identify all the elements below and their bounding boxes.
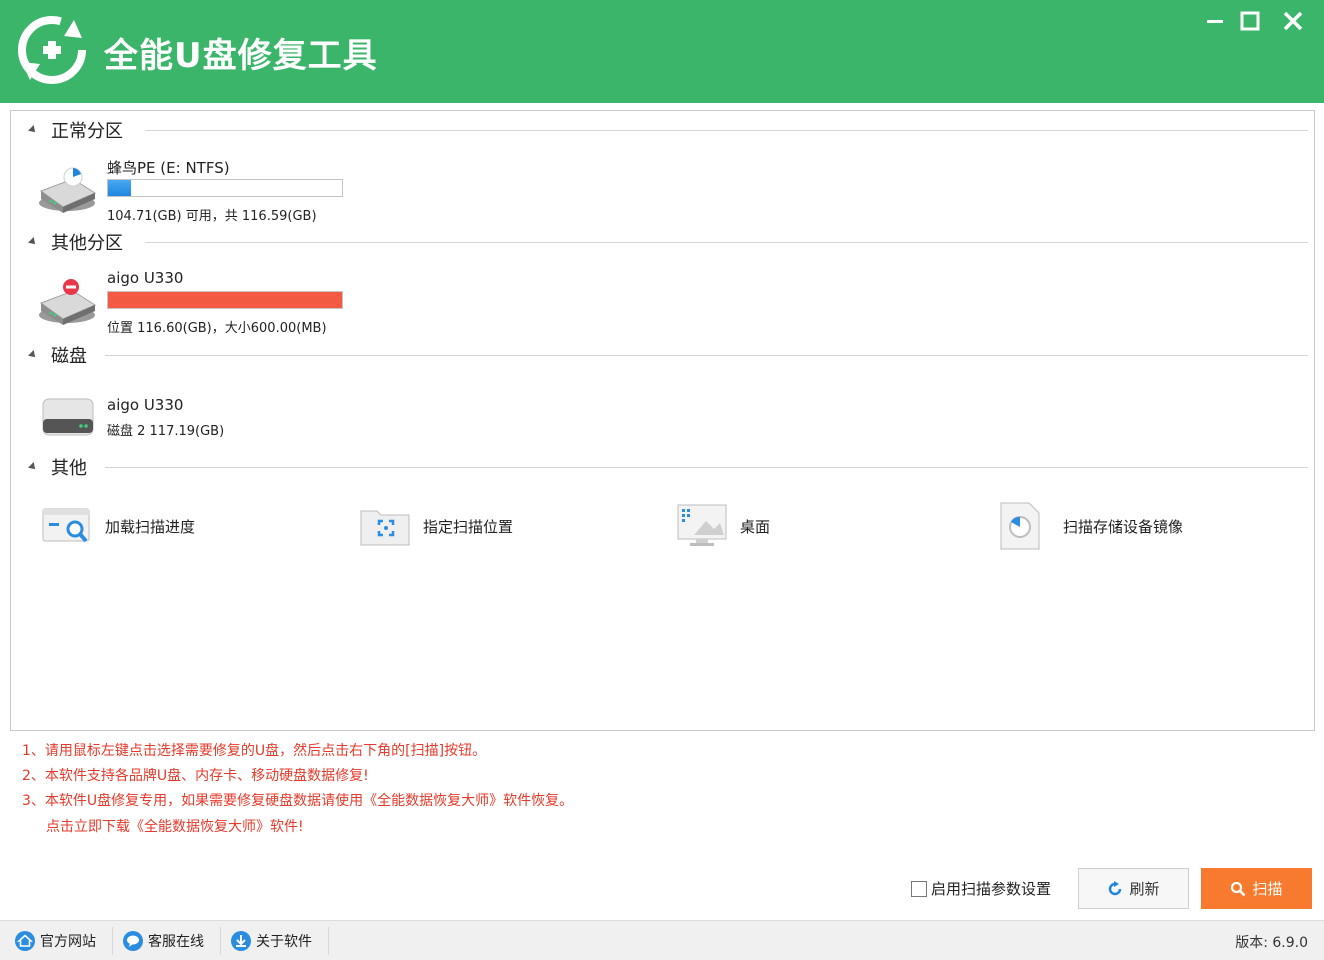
refresh-label: 刷新 <box>1129 880 1160 898</box>
desktop-button[interactable]: 桌面 <box>676 501 770 551</box>
desktop-icon <box>677 504 727 546</box>
usage-bar <box>107 179 343 197</box>
status-link-label: 关于软件 <box>256 934 312 950</box>
refresh-icon <box>1109 880 1122 895</box>
section-other-partition[interactable]: 其他分区 <box>28 230 123 254</box>
drive-item-other-partition[interactable]: aigo U330 位置 116.60(GB)，大小600.00(MB) <box>37 267 357 347</box>
customer-service-link[interactable]: 客服在线 <box>122 930 204 952</box>
section-divider <box>105 467 1308 468</box>
drive-item-normal[interactable]: 蜂鸟PE (E: NTFS) 104.71(GB) 可用，共 116.59(GB… <box>37 155 357 235</box>
status-bar: 官方网站 客服在线 关于软件 版本: 6.9.0 <box>0 920 1324 960</box>
section-disk[interactable]: 磁盘 <box>28 343 87 367</box>
home-icon <box>15 931 35 951</box>
note-line: 3、本软件U盘修复专用，如果需要修复硬盘数据请使用《全能数据恢复大师》软件恢复。 <box>22 793 574 809</box>
item-label: 指定扫描位置 <box>423 517 514 536</box>
section-title: 其他分区 <box>51 233 123 254</box>
official-website-link[interactable]: 官方网站 <box>14 930 96 952</box>
load-scan-progress-icon <box>42 508 90 543</box>
folder-target-icon <box>360 510 410 546</box>
drive-location-info: 位置 116.60(GB)，大小600.00(MB) <box>107 321 327 336</box>
item-label: 加载扫描进度 <box>105 517 196 536</box>
scan-settings-checkbox[interactable]: 启用扫描参数设置 <box>911 878 1051 899</box>
usage-bar-fill <box>108 180 132 196</box>
refresh-button[interactable]: 刷新 <box>1078 868 1189 909</box>
section-divider <box>145 242 1308 243</box>
scan-storage-image-button[interactable]: 扫描存储设备镜像 <box>999 501 1183 551</box>
load-scan-progress-button[interactable]: 加载扫描进度 <box>41 501 195 551</box>
usage-bar <box>107 291 343 309</box>
status-link-label: 官方网站 <box>40 934 96 950</box>
item-label: 桌面 <box>740 517 771 536</box>
drive-capacity-info: 104.71(GB) 可用，共 116.59(GB) <box>107 209 317 224</box>
disk-drive-icon <box>42 398 94 436</box>
item-label: 扫描存储设备镜像 <box>1063 517 1184 536</box>
section-normal-partition[interactable]: 正常分区 <box>28 118 123 142</box>
version-label: 版本: 6.9.0 <box>1235 935 1308 951</box>
drive-name: 蜂鸟PE (E: NTFS) <box>107 159 230 177</box>
search-icon <box>1231 881 1246 896</box>
section-title: 磁盘 <box>51 346 87 367</box>
title-bar: 全能U盘修复工具 <box>0 0 1324 103</box>
info-download-icon <box>231 931 251 951</box>
note-line: 1、请用鼠标左键点击选择需要修复的U盘，然后点击右下角的[扫描]按钮。 <box>22 743 487 759</box>
section-divider <box>105 355 1308 356</box>
scan-label: 扫描 <box>1252 880 1283 898</box>
collapse-triangle-icon[interactable] <box>28 350 38 360</box>
section-divider <box>145 130 1308 131</box>
status-separator <box>112 927 113 955</box>
section-others[interactable]: 其他 <box>28 455 87 479</box>
collapse-triangle-icon[interactable] <box>28 125 38 135</box>
specify-scan-location-button[interactable]: 指定扫描位置 <box>359 501 513 551</box>
drive-list-panel: 正常分区 蜂鸟PE (E: NTFS) 104.71(GB) 可用，共 116.… <box>10 110 1315 731</box>
maximize-icon[interactable] <box>1237 8 1263 34</box>
collapse-triangle-icon[interactable] <box>28 462 38 472</box>
status-separator <box>220 927 221 955</box>
minimize-icon[interactable] <box>1202 8 1228 34</box>
app-logo-icon <box>18 16 86 84</box>
checkbox-box[interactable] <box>911 880 927 897</box>
app-title: 全能U盘修复工具 <box>104 36 378 76</box>
status-separator <box>328 927 329 955</box>
image-file-icon <box>1000 502 1040 550</box>
disk-info: 磁盘 2 117.19(GB) <box>107 424 225 439</box>
download-link[interactable]: 点击立即下载《全能数据恢复大师》软件! <box>46 816 304 836</box>
section-title: 正常分区 <box>51 121 123 142</box>
drive-name: aigo U330 <box>107 396 184 414</box>
removable-drive-icon <box>39 167 97 213</box>
chat-icon <box>123 931 143 951</box>
removable-drive-warning-icon <box>39 279 97 325</box>
checkbox-label: 启用扫描参数设置 <box>931 880 1052 898</box>
section-title: 其他 <box>51 458 87 479</box>
scan-button[interactable]: 扫描 <box>1201 868 1312 909</box>
collapse-triangle-icon[interactable] <box>28 237 38 247</box>
about-software-link[interactable]: 关于软件 <box>230 930 312 952</box>
note-line: 2、本软件支持各品牌U盘、内存卡、移动硬盘数据修复! <box>22 768 369 784</box>
close-icon[interactable] <box>1280 8 1306 34</box>
drive-name: aigo U330 <box>107 269 184 287</box>
status-link-label: 客服在线 <box>148 934 204 950</box>
usage-bar-fill <box>108 292 342 308</box>
